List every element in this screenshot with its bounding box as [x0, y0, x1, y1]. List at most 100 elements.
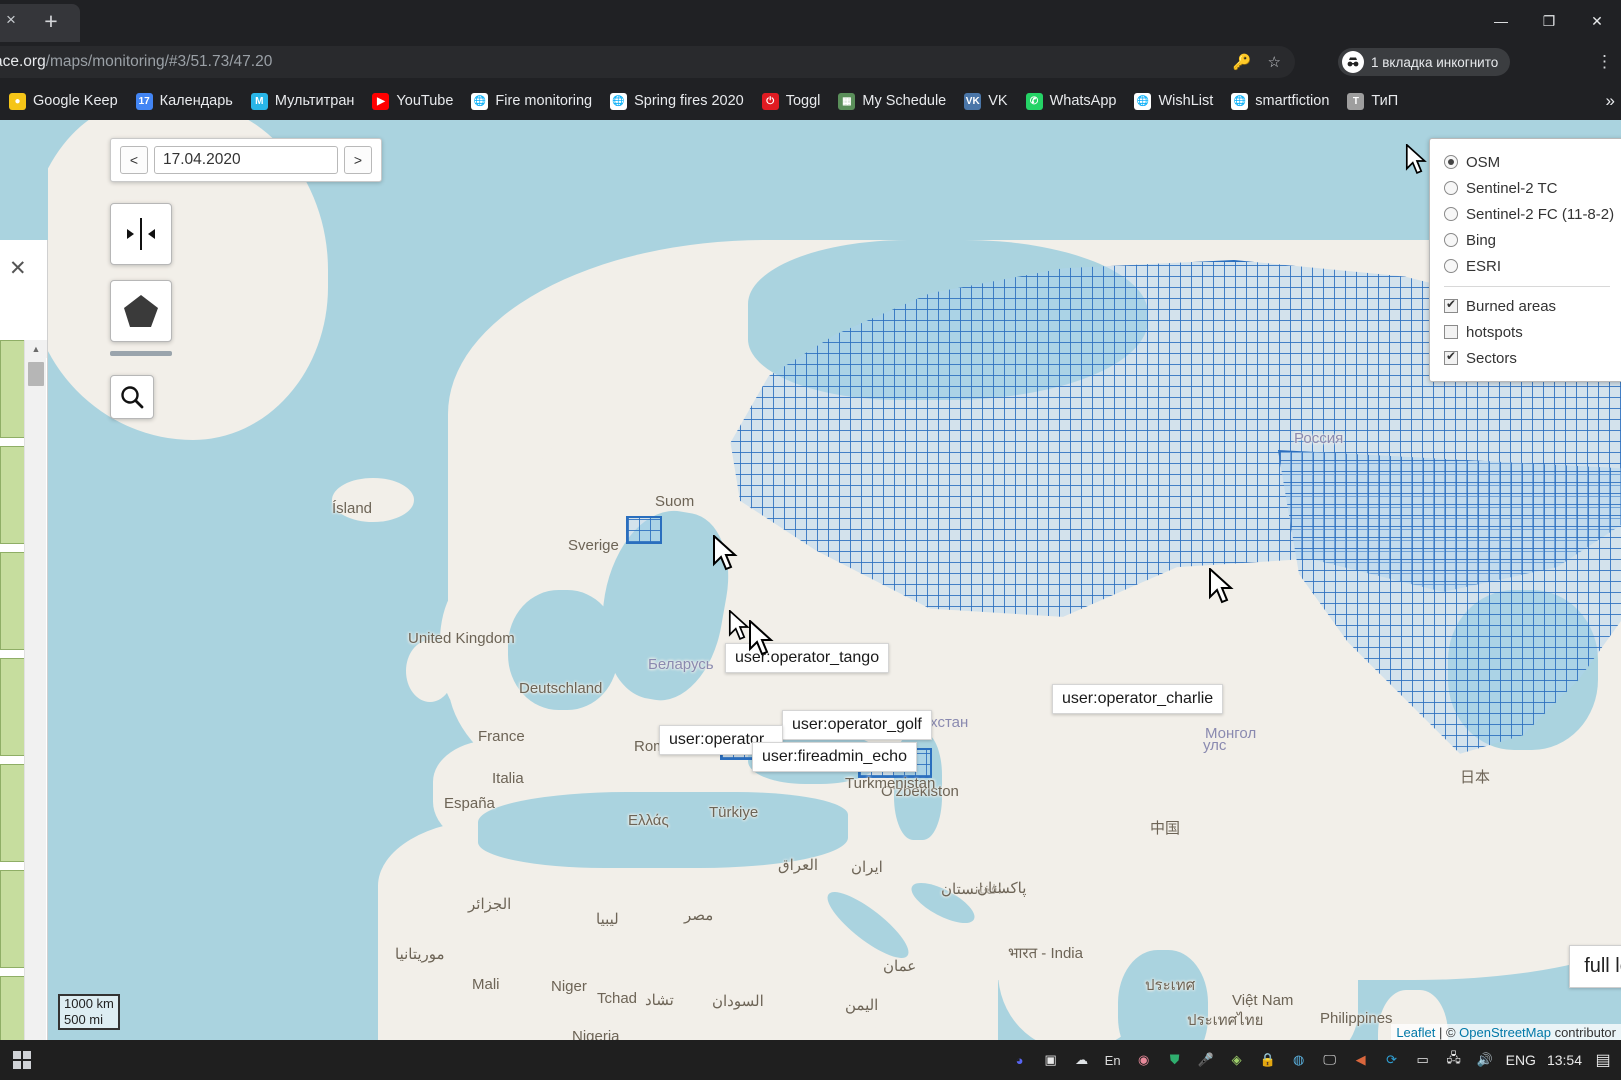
schedule-icon: ▦	[838, 92, 856, 110]
bookmark-1[interactable]: 17 Календарь	[127, 89, 242, 114]
bookmarks-overflow-button[interactable]: »	[1606, 91, 1615, 111]
browser-menu-button[interactable]: ⋮	[1596, 52, 1613, 72]
basemap-label: OSM	[1466, 153, 1501, 171]
bookmark-9[interactable]: ✆ WhatsApp	[1017, 89, 1126, 114]
radio-button[interactable]	[1444, 233, 1458, 247]
language-En-icon[interactable]: En	[1103, 1050, 1123, 1070]
panel-resize-handle[interactable]	[110, 351, 172, 356]
sea-north	[508, 590, 618, 710]
keep-icon: ●	[9, 92, 26, 110]
split-view-button[interactable]	[110, 203, 172, 265]
bookmark-12[interactable]: T ТиП	[1338, 89, 1407, 114]
date-input[interactable]	[154, 146, 338, 174]
bookmark-star-icon[interactable]: ☆	[1268, 53, 1281, 71]
scrollbar-thumb[interactable]	[28, 362, 44, 386]
radio-button[interactable]	[1444, 259, 1458, 273]
steam-icon[interactable]: ◍	[1289, 1050, 1309, 1070]
user-tooltip[interactable]: user:operator_golf	[782, 710, 932, 740]
bookmark-label: YouTube	[396, 93, 454, 109]
user-tooltip[interactable]: user:operator_tango	[725, 643, 890, 673]
date-prev-button[interactable]: <	[120, 146, 148, 174]
basemap-option-sentinel-2-fc-11-8-2[interactable]: Sentinel-2 FC (11-8-2)	[1444, 201, 1621, 227]
basemap-list: OSM Sentinel-2 TC Sentinel-2 FC (11-8-2) Bi…	[1444, 149, 1621, 279]
search-icon	[121, 386, 144, 409]
basemap-option-esri[interactable]: ESRI	[1444, 253, 1621, 279]
landmass-ireland	[406, 640, 454, 702]
discord-icon[interactable]: ◕	[1010, 1050, 1030, 1070]
address-bar[interactable]: ace.org/maps/monitoring/#3/51.73/47.20 🔑…	[0, 46, 1295, 78]
osm-link[interactable]: OpenStreetMap	[1459, 1025, 1551, 1040]
leaflet-link[interactable]: Leaflet	[1396, 1025, 1435, 1040]
microphone-icon[interactable]: 🎤	[1196, 1050, 1216, 1070]
radio-button[interactable]	[1444, 207, 1458, 221]
bookmark-11[interactable]: 🌐 smartfiction	[1222, 89, 1338, 114]
media-icon[interactable]: ◀	[1351, 1050, 1371, 1070]
left-side-panel[interactable]: ✕ ▲ ▼	[0, 240, 48, 1040]
antivirus-icon[interactable]: ◈	[1227, 1050, 1247, 1070]
key-icon[interactable]: 🔑	[1233, 53, 1252, 71]
sea-mediterranean	[478, 792, 848, 868]
user-tooltip[interactable]: user:operator_charlie	[1052, 684, 1224, 714]
overlay-label: Sectors	[1466, 349, 1517, 367]
checkbox[interactable]	[1444, 297, 1458, 313]
radio-button[interactable]	[1444, 155, 1458, 169]
volume-icon[interactable]: 🔊	[1475, 1050, 1495, 1070]
basemap-option-osm[interactable]: OSM	[1444, 149, 1621, 175]
bookmark-0[interactable]: ● Google Keep	[0, 89, 127, 114]
lock-icon[interactable]: 🔒	[1258, 1050, 1278, 1070]
incognito-indicator[interactable]: 1 вкладка инкогнито	[1338, 48, 1511, 76]
basemap-option-bing[interactable]: Bing	[1444, 227, 1621, 253]
layers-control-panel[interactable]: OSM Sentinel-2 TC Sentinel-2 FC (11-8-2) Bi…	[1429, 138, 1621, 382]
overlay-option-sectors[interactable]: Sectors	[1444, 345, 1621, 371]
close-window-button[interactable]: ✕	[1573, 0, 1621, 42]
onedrive-icon[interactable]: ☁	[1072, 1050, 1092, 1070]
windows-start-icon[interactable]	[0, 1040, 44, 1080]
notifications-icon[interactable]: ▤	[1593, 1050, 1613, 1070]
draw-polygon-button[interactable]	[110, 280, 172, 342]
leaflet-map[interactable]: Ísland Suom Sverige United Kingdom Deutschla…	[48, 120, 1621, 1040]
user-tooltip[interactable]: user:fireadmin_echo	[752, 742, 917, 772]
scroll-up-icon[interactable]: ▲	[25, 340, 47, 358]
tray-clock[interactable]: 13:54	[1547, 1052, 1582, 1068]
new-tab-button[interactable]: +	[38, 9, 64, 35]
basemap-option-sentinel-2-tc[interactable]: Sentinel-2 TC	[1444, 175, 1621, 201]
network-icon[interactable]: 🖧	[1444, 1050, 1464, 1070]
bookmark-10[interactable]: 🌐 WishList	[1125, 89, 1222, 114]
burned-areas-grid-baltic[interactable]	[626, 516, 662, 544]
tray-language[interactable]: ENG	[1506, 1052, 1536, 1068]
bookmark-2[interactable]: M Мультитран	[242, 89, 364, 114]
close-icon[interactable]: ✕	[9, 258, 27, 279]
bookmark-3[interactable]: ▶ YouTube	[363, 89, 462, 114]
radio-button[interactable]	[1444, 181, 1458, 195]
windows-taskbar: ◕ ▣ ☁ En ◉ ⛊ 🎤 ◈ 🔒 ◍ 🖵 ◀ ⟳ ▭ 🖧 🔊 ENG 13:54 ▤	[0, 1040, 1621, 1080]
overlay-option-burned-areas[interactable]: Burned areas	[1444, 293, 1621, 319]
bookmark-7[interactable]: ▦ My Schedule	[829, 89, 955, 114]
display-icon[interactable]: 🖵	[1320, 1050, 1340, 1070]
shield-icon[interactable]: ⛊	[1165, 1050, 1185, 1070]
overlay-option-hotspots[interactable]: hotspots	[1444, 319, 1621, 345]
checkbox[interactable]	[1444, 349, 1458, 365]
battery-icon[interactable]: ▭	[1413, 1050, 1433, 1070]
checkbox[interactable]	[1444, 325, 1458, 339]
full-log-button[interactable]: full log	[1569, 945, 1621, 988]
bookmark-5[interactable]: 🌐 Spring fires 2020	[601, 89, 753, 114]
tab-close-icon[interactable]: ×	[2, 11, 20, 29]
bookmarks-bar: ● Google Keep 17 Календарь M Мультитран ▶ YouTu…	[0, 82, 1621, 120]
globe-icon: 🌐	[1134, 92, 1152, 110]
bookmark-6[interactable]: ⏻ Toggl	[753, 89, 830, 114]
system-tray: ◕ ▣ ☁ En ◉ ⛊ 🎤 ◈ 🔒 ◍ 🖵 ◀ ⟳ ▭ 🖧 🔊 ENG 13:54 ▤	[1010, 1040, 1613, 1080]
maximize-button[interactable]: ❐	[1525, 0, 1573, 42]
autodesk-icon[interactable]: ⟳	[1382, 1050, 1402, 1070]
globe-icon: 🌐	[610, 92, 628, 110]
layers-divider	[1444, 286, 1610, 287]
bookmark-4[interactable]: 🌐 Fire monitoring	[462, 89, 601, 114]
minimize-button[interactable]: —	[1477, 0, 1525, 42]
search-button[interactable]	[110, 375, 154, 419]
date-next-button[interactable]: >	[344, 146, 372, 174]
bookmark-8[interactable]: VK VK	[955, 89, 1016, 114]
panel-scrollbar[interactable]: ▲ ▼	[24, 340, 47, 1040]
page-viewport: Ísland Suom Sverige United Kingdom Deutschla…	[0, 120, 1621, 1040]
browser-tab-strip: × + — ❐ ✕	[0, 0, 1621, 42]
lightshot-icon[interactable]: ◉	[1134, 1050, 1154, 1070]
reader-icon[interactable]: ▣	[1041, 1050, 1061, 1070]
